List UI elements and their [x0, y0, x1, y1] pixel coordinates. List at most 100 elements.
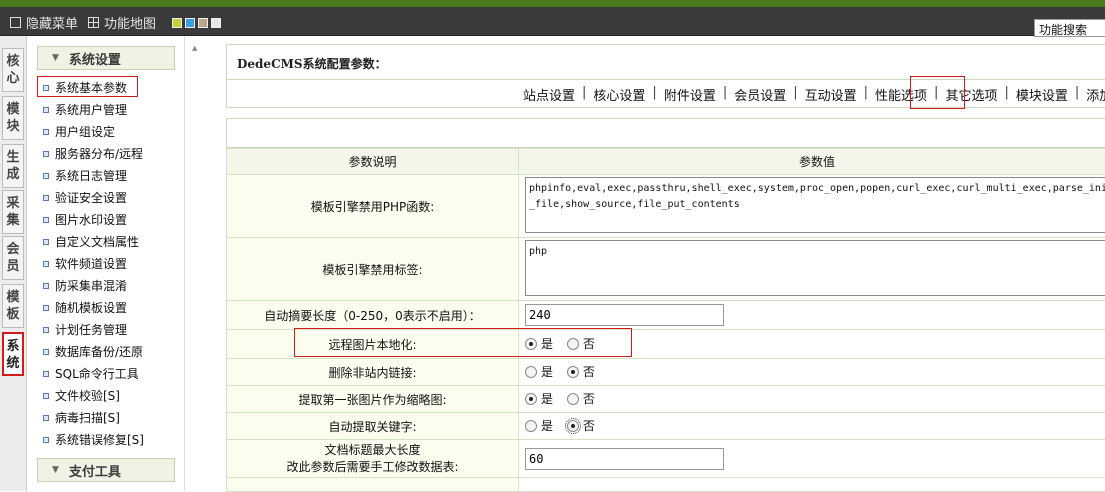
theme-swatch-3[interactable] [198, 18, 208, 28]
bullet-icon [43, 239, 49, 245]
radio-checked-icon [525, 393, 537, 405]
config-table: 参数说明 参数值 模板引擎禁用PHP函数: phpinfo,eval,exec,… [226, 148, 1105, 492]
bullet-icon [43, 371, 49, 377]
config-tab[interactable]: 添加新变量 [1080, 85, 1105, 104]
bullet-icon [43, 151, 49, 157]
first-image-thumb-no-radio[interactable]: 否 [567, 390, 595, 407]
function-map-button[interactable]: 功能地图 [88, 13, 156, 32]
tab-core[interactable]: 核 心 [2, 48, 24, 92]
row-label: 远程图片本地化: [227, 330, 519, 359]
sidebar-item[interactable]: 用户组设定 [43, 122, 115, 141]
sidebar-item[interactable]: 自定义文档属性 [43, 232, 139, 251]
radio-label: 是 [541, 417, 553, 434]
tab-generate[interactable]: 生 成 [2, 144, 24, 188]
config-tab[interactable]: 会员设置 [728, 85, 792, 104]
disabled-php-functions-field[interactable]: phpinfo,eval,exec,passthru,shell_exec,sy… [525, 177, 1105, 233]
radio-label: 是 [541, 390, 553, 407]
tab-system[interactable]: 系 统 [2, 332, 24, 376]
sidebar-item-label: 自定义文档属性 [55, 233, 139, 250]
top-toolbar: 隐藏菜单 功能地图 功能搜索 [0, 7, 1105, 36]
config-tab[interactable]: 互动设置 [799, 85, 863, 104]
disabled-tags-field[interactable]: php [525, 240, 1105, 296]
row-label: 删除非站内链接: [227, 359, 519, 386]
row-label: 文档标题最大长度 改此参数后需要手工修改数据表: [227, 440, 519, 478]
sidebar-item-label: 软件频道设置 [55, 255, 127, 272]
radio-unchecked-icon [525, 420, 537, 432]
main-panel: DedeCMS系统配置参数： 站点设置|核心设置|附件设置|会员设置|互动设置|… [220, 36, 1105, 491]
remove-links-yes-radio[interactable]: 是 [525, 363, 553, 380]
sidebar-item[interactable]: 系统日志管理 [43, 166, 127, 185]
section-header-system-settings[interactable]: ▼ 系统设置 [37, 46, 175, 70]
config-tab[interactable]: 核心设置 [587, 85, 651, 104]
bullet-icon [43, 393, 49, 399]
sidebar-item[interactable]: 系统用户管理 [43, 100, 127, 119]
sidebar-item-label: 数据库备份/还原 [55, 343, 143, 360]
hide-menu-button[interactable]: 隐藏菜单 [10, 13, 78, 32]
row-label: 提取第一张图片作为缩略图: [227, 386, 519, 413]
theme-swatch-2[interactable] [185, 18, 195, 28]
first-image-thumb-yes-radio[interactable]: 是 [525, 390, 553, 407]
remove-links-no-radio[interactable]: 否 [567, 363, 595, 380]
sidebar-item[interactable]: 软件频道设置 [43, 254, 127, 273]
sidebar-item[interactable]: 计划任务管理 [43, 320, 127, 339]
config-tab[interactable]: 其它选项 [939, 85, 1003, 104]
sidebar-item[interactable]: 数据库备份/还原 [43, 342, 143, 361]
table-row: 模板引擎禁用PHP函数: phpinfo,eval,exec,passthru,… [227, 175, 1105, 238]
radio-unchecked-icon [525, 366, 537, 378]
auto-keywords-yes-radio[interactable]: 是 [525, 417, 553, 434]
radio-checked-icon [567, 420, 579, 432]
bullet-icon [43, 349, 49, 355]
sidebar-item[interactable]: 系统基本参数 [43, 78, 127, 97]
tab-collect[interactable]: 采 集 [2, 190, 24, 234]
tab-module[interactable]: 模 块 [2, 96, 24, 140]
sidebar-item-label: 服务器分布/远程 [55, 145, 143, 162]
sidebar-item-label: 系统用户管理 [55, 101, 127, 118]
sidebar-item-label: 图片水印设置 [55, 211, 127, 228]
table-row: 自动摘要长度（0-250，0表示不启用）： [227, 301, 1105, 330]
sidebar-item[interactable]: 服务器分布/远程 [43, 144, 143, 163]
table-row: 删除非站内链接: 是 否 [227, 359, 1105, 386]
sidebar-item-label: 文件校验[S] [55, 387, 120, 404]
bullet-icon [43, 129, 49, 135]
tab-template[interactable]: 模 板 [2, 284, 24, 328]
row-label-line-2: 改此参数后需要手工修改数据表: [227, 459, 518, 476]
bullet-icon [43, 195, 49, 201]
scroll-gutter: ▲ [185, 36, 205, 491]
row-label-cut [227, 478, 519, 492]
sidebar-item[interactable]: 系统错误修复[S] [43, 430, 144, 449]
remote-image-yes-radio[interactable]: 是 [525, 335, 553, 352]
hide-menu-label: 隐藏菜单 [26, 13, 78, 32]
remote-image-no-radio[interactable]: 否 [567, 335, 595, 352]
theme-swatch-1[interactable] [172, 18, 182, 28]
bullet-icon [43, 327, 49, 333]
scroll-up-icon[interactable]: ▲ [192, 44, 197, 52]
bullet-icon [43, 283, 49, 289]
section-header-payment-tools[interactable]: ▼ 支付工具 [37, 458, 175, 482]
sidebar-item[interactable]: 病毒扫描[S] [43, 408, 120, 427]
window-icon [10, 17, 21, 28]
summary-length-input[interactable] [525, 304, 724, 326]
sidebar-item[interactable]: 图片水印设置 [43, 210, 127, 229]
sidebar-item-label: SQL命令行工具 [55, 365, 139, 382]
config-tab[interactable]: 附件设置 [658, 85, 722, 104]
sidebar-item[interactable]: 文件校验[S] [43, 386, 120, 405]
bullet-icon [43, 437, 49, 443]
radio-checked-icon [525, 338, 537, 350]
tab-member[interactable]: 会 员 [2, 236, 24, 280]
row-label: 自动提取关键字: [227, 413, 519, 440]
config-tab[interactable]: 站点设置 [517, 85, 581, 104]
function-search-select[interactable]: 功能搜索 [1034, 19, 1105, 37]
auto-keywords-no-radio[interactable]: 否 [567, 417, 595, 434]
row-label-line-1: 文档标题最大长度 [227, 442, 518, 459]
title-max-length-input[interactable] [525, 448, 724, 470]
theme-swatch-4[interactable] [211, 18, 221, 28]
config-tab[interactable]: 性能选项 [869, 85, 933, 104]
config-tab[interactable]: 模块设置 [1010, 85, 1074, 104]
sidebar-menu: ▼ 系统设置 系统基本参数系统用户管理用户组设定服务器分布/远程系统日志管理验证… [27, 36, 185, 491]
sidebar-item[interactable]: 防采集串混淆 [43, 276, 127, 295]
col-header-desc: 参数说明 [227, 149, 519, 175]
sidebar-item[interactable]: 验证安全设置 [43, 188, 127, 207]
sidebar-item[interactable]: SQL命令行工具 [43, 364, 139, 383]
sidebar-item[interactable]: 随机模板设置 [43, 298, 127, 317]
bullet-icon [43, 217, 49, 223]
